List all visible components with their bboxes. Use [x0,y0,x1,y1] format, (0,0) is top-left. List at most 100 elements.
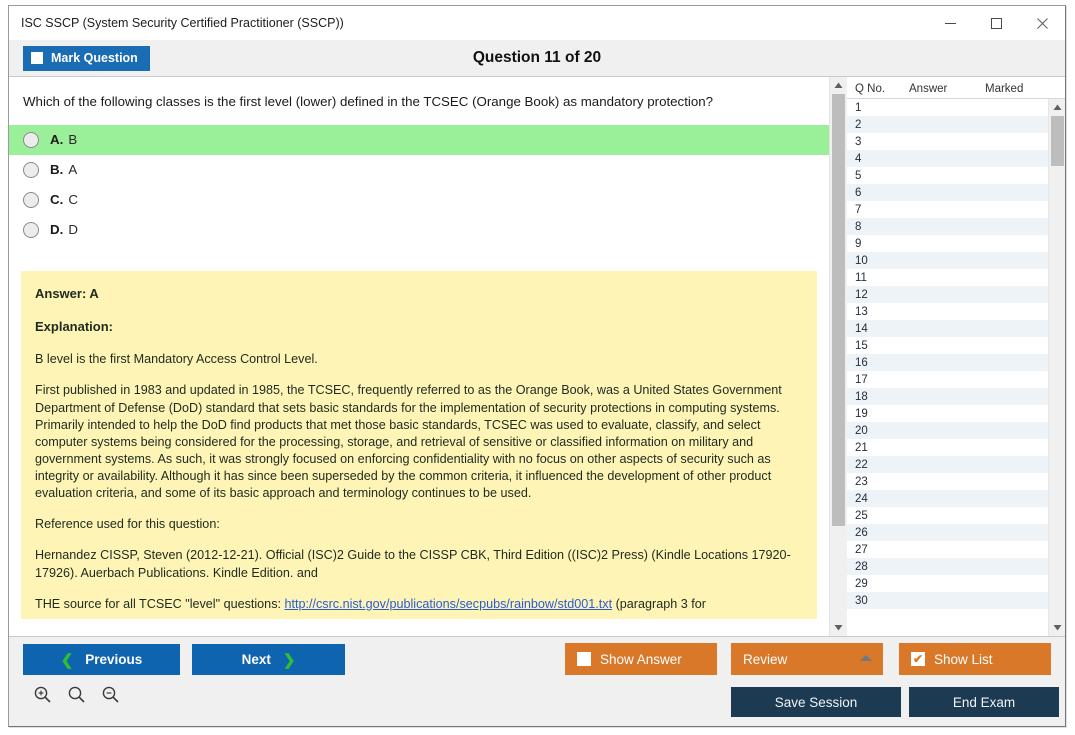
content-scroll-track[interactable] [830,94,847,619]
column-header-marked: Marked [985,83,1065,95]
cell-qno: 28 [847,561,903,573]
list-scroll-track[interactable] [1049,116,1065,619]
option-text: D [68,222,78,237]
save-session-button[interactable]: Save Session [731,687,901,717]
mark-question-label: Mark Question [51,51,138,65]
window-title: ISC SSCP (System Security Certified Prac… [9,16,344,30]
save-session-label: Save Session [775,695,858,710]
table-row[interactable]: 13 [847,303,1048,320]
review-dropdown-button[interactable]: Review [731,643,883,675]
list-scroll-up-arrow-icon[interactable] [1049,99,1065,116]
cell-qno: 22 [847,459,903,471]
option-a[interactable]: A. B [9,125,829,155]
content-scroll-thumb[interactable] [832,94,845,526]
show-answer-label: Show Answer [600,652,682,667]
list-scroll-down-arrow-icon[interactable] [1049,619,1065,636]
table-row[interactable]: 9 [847,235,1048,252]
table-row[interactable]: 23 [847,473,1048,490]
maximize-icon[interactable] [973,6,1019,40]
table-row[interactable]: 24 [847,490,1048,507]
radio-icon[interactable] [23,222,39,238]
table-row[interactable]: 16 [847,354,1048,371]
table-row[interactable]: 27 [847,541,1048,558]
explanation-paragraph-1: B level is the first Mandatory Access Co… [35,351,805,368]
table-row[interactable]: 25 [847,507,1048,524]
table-row[interactable]: 30 [847,592,1048,609]
table-row[interactable]: 10 [847,252,1048,269]
chevron-up-icon[interactable] [860,655,872,661]
question-list-scrollbar[interactable] [1048,99,1065,636]
close-icon[interactable] [1019,6,1065,40]
cell-qno: 7 [847,204,903,216]
table-row[interactable]: 28 [847,558,1048,575]
option-letter: C. [50,192,63,207]
show-answer-checkbox-icon[interactable] [577,652,591,666]
question-list-panel: Q No. Answer Marked 12345678910111213141… [846,77,1065,636]
radio-icon[interactable] [23,132,39,148]
cell-qno: 18 [847,391,903,403]
table-row[interactable]: 1 [847,99,1048,116]
column-header-qno: Q No. [847,83,909,95]
table-row[interactable]: 19 [847,405,1048,422]
mark-question-button[interactable]: Mark Question [23,46,150,71]
chevron-right-icon: ❯ [283,651,296,669]
question-list-body: 1234567891011121314151617181920212223242… [847,99,1065,636]
answer-options-list: A. B B. A C. C [9,125,829,245]
scroll-up-arrow-icon[interactable] [830,77,847,94]
table-row[interactable]: 5 [847,167,1048,184]
option-d[interactable]: D. D [9,215,829,245]
question-counter: Question 11 of 20 [9,49,1065,67]
cell-qno: 6 [847,187,903,199]
question-text: Which of the following classes is the fi… [9,77,829,125]
reference-2: THE source for all TCSEC "level" questio… [35,596,805,611]
previous-button[interactable]: ❮ Previous [23,644,180,675]
radio-icon[interactable] [23,192,39,208]
question-header-bar: Mark Question Question 11 of 20 [9,40,1065,77]
table-row[interactable]: 15 [847,337,1048,354]
table-row[interactable]: 12 [847,286,1048,303]
cell-qno: 12 [847,289,903,301]
table-row[interactable]: 3 [847,133,1048,150]
show-list-button[interactable]: ✔ Show List [899,643,1051,675]
table-row[interactable]: 8 [847,218,1048,235]
zoom-reset-icon[interactable] [65,683,87,705]
table-row[interactable]: 4 [847,150,1048,167]
table-row[interactable]: 18 [847,388,1048,405]
table-row[interactable]: 20 [847,422,1048,439]
scroll-down-arrow-icon[interactable] [830,619,847,636]
table-row[interactable]: 21 [847,439,1048,456]
table-row[interactable]: 17 [847,371,1048,388]
next-button-label: Next [242,652,271,667]
table-row[interactable]: 2 [847,116,1048,133]
cell-qno: 21 [847,442,903,454]
mark-question-checkbox-icon[interactable] [31,52,43,64]
minimize-icon[interactable] [927,6,973,40]
zoom-in-icon[interactable] [31,683,53,705]
show-list-label: Show List [934,652,993,667]
table-row[interactable]: 22 [847,456,1048,473]
cell-qno: 1 [847,102,903,114]
table-row[interactable]: 7 [847,201,1048,218]
cell-qno: 26 [847,527,903,539]
list-scroll-thumb[interactable] [1051,116,1064,166]
table-row[interactable]: 26 [847,524,1048,541]
table-row[interactable]: 6 [847,184,1048,201]
table-row[interactable]: 29 [847,575,1048,592]
reference-2-link[interactable]: http://csrc.nist.gov/publications/secpub… [284,597,612,611]
show-list-checkbox-icon[interactable]: ✔ [911,652,925,666]
explanation-heading: Explanation: [35,318,805,336]
option-b[interactable]: B. A [9,155,829,185]
table-row[interactable]: 11 [847,269,1048,286]
content-scrollbar[interactable] [829,77,846,636]
zoom-out-icon[interactable] [99,683,121,705]
next-button[interactable]: Next ❯ [192,644,345,675]
cell-qno: 16 [847,357,903,369]
table-row[interactable]: 14 [847,320,1048,337]
end-exam-button[interactable]: End Exam [909,687,1059,717]
option-letter: A. [50,132,63,147]
cell-qno: 5 [847,170,903,182]
option-c[interactable]: C. C [9,185,829,215]
show-answer-button[interactable]: Show Answer [565,643,717,675]
reference-heading: Reference used for this question: [35,516,805,533]
radio-icon[interactable] [23,162,39,178]
